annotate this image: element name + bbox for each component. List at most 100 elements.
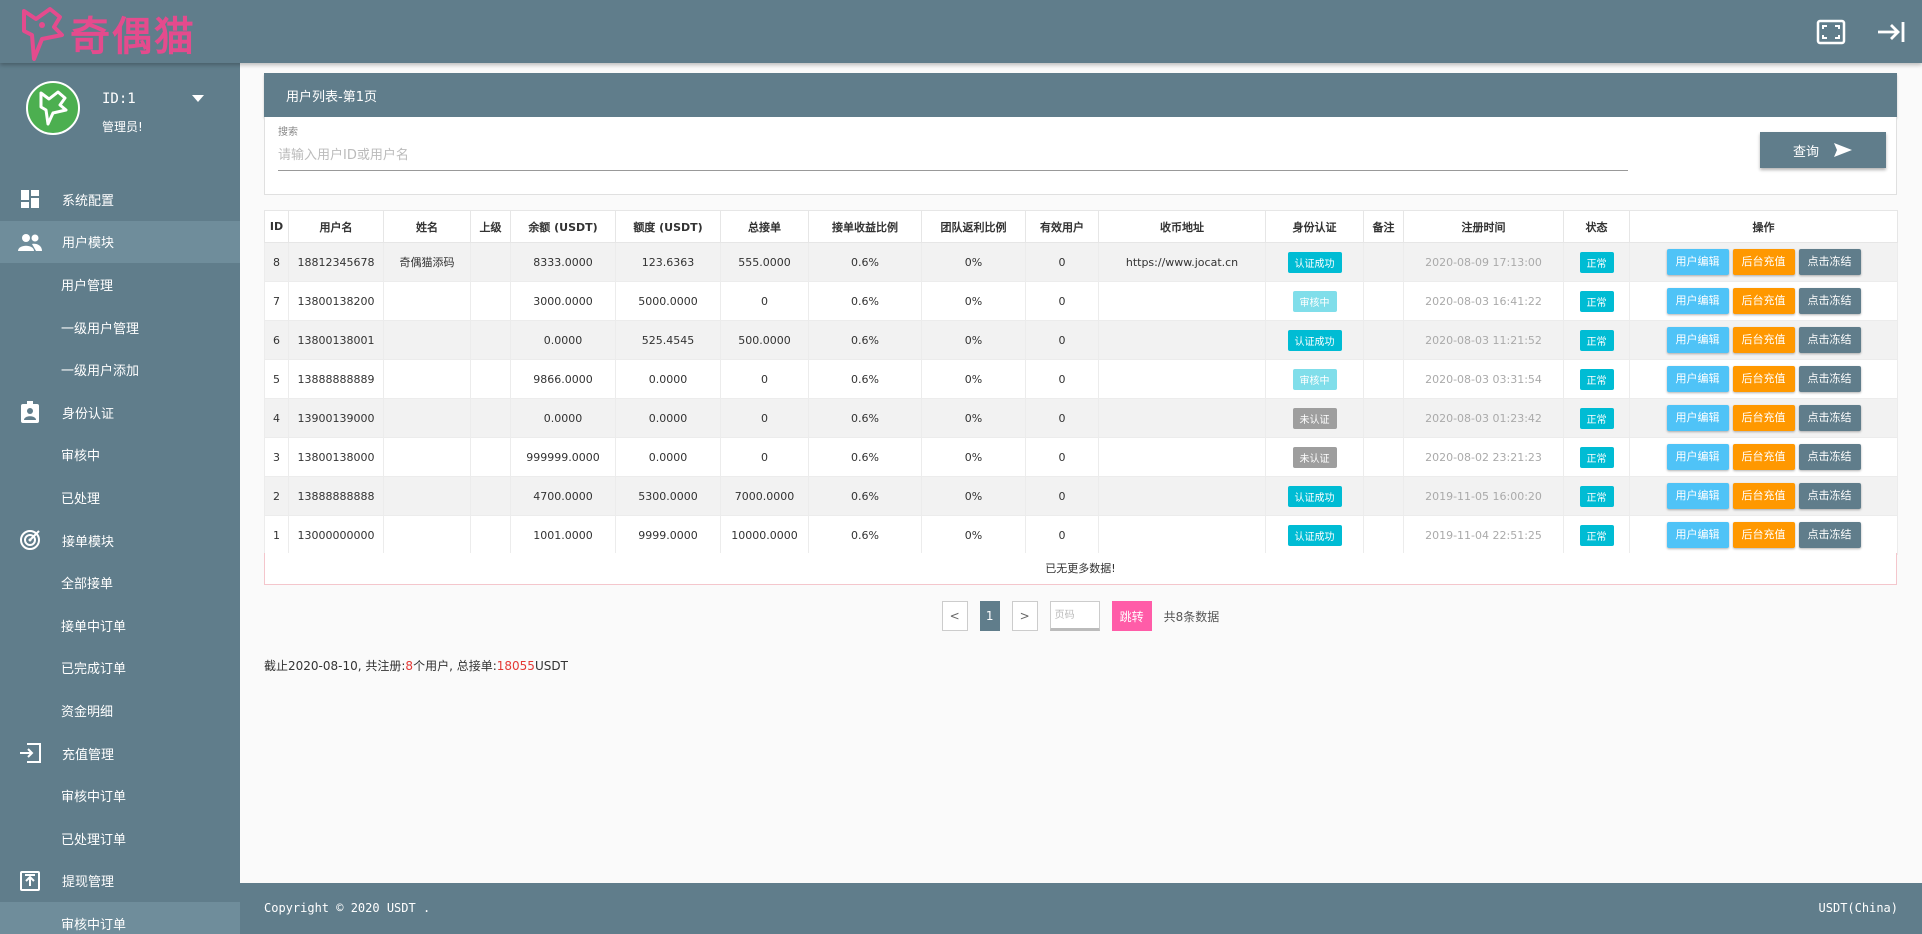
cell-parent <box>470 359 511 399</box>
sidebar-item-15[interactable]: 已处理订单 <box>0 817 240 860</box>
logout-icon[interactable] <box>1876 18 1906 46</box>
search-input[interactable] <box>278 141 1628 171</box>
auth-badge: 认证成功 <box>1287 329 1342 351</box>
edit-user-button[interactable]: 用户编辑 <box>1666 366 1729 392</box>
sidebar-item-2[interactable]: 用户管理 <box>0 263 240 306</box>
sidebar-item-label: 系统配置 <box>62 193 115 209</box>
sidebar-group-13[interactable]: 充值管理 <box>0 732 240 775</box>
chevron-down-icon[interactable] <box>192 95 204 102</box>
current-page[interactable]: 1 <box>979 601 1000 631</box>
recharge-button[interactable]: 后台充值 <box>1732 327 1795 353</box>
cell-address: https://www.jocat.cn <box>1098 242 1266 282</box>
cell-balance: 999999.0000 <box>510 437 616 477</box>
cell-orders: 0 <box>720 359 809 399</box>
no-more-data: 已无更多数据! <box>264 553 1897 585</box>
sidebar-item-4[interactable]: 一级用户添加 <box>0 348 240 391</box>
cell-name <box>383 515 471 555</box>
cell-auth: 认证成功 <box>1265 242 1364 282</box>
sidebar-group-0[interactable]: 系统配置 <box>0 178 240 221</box>
search-label: 搜索 <box>278 127 298 138</box>
edit-user-button[interactable]: 用户编辑 <box>1666 405 1729 431</box>
auth-badge: 审核中 <box>1292 290 1337 312</box>
summary-orders: 18055 <box>496 659 535 673</box>
cell-username: 13800138000 <box>288 437 384 477</box>
freeze-button[interactable]: 点击冻结 <box>1798 366 1861 392</box>
edit-user-button[interactable]: 用户编辑 <box>1666 483 1729 509</box>
cell-note <box>1363 242 1404 282</box>
cell-address <box>1098 515 1266 555</box>
freeze-button[interactable]: 点击冻结 <box>1798 522 1861 548</box>
freeze-button[interactable]: 点击冻结 <box>1798 444 1861 470</box>
freeze-button[interactable]: 点击冻结 <box>1798 249 1861 275</box>
sidebar-item-12[interactable]: 资金明细 <box>0 689 240 732</box>
fullscreen-icon[interactable] <box>1816 18 1846 46</box>
cell-id: 2 <box>264 476 289 516</box>
freeze-button[interactable]: 点击冻结 <box>1798 288 1861 314</box>
sidebar-item-label: 身份认证 <box>62 406 115 422</box>
edit-user-button[interactable]: 用户编辑 <box>1666 522 1729 548</box>
cell-note <box>1363 281 1404 321</box>
status-badge: 正常 <box>1579 524 1614 546</box>
sidebar-item-10[interactable]: 接单中订单 <box>0 604 240 647</box>
query-button[interactable]: 查询 <box>1760 132 1886 168</box>
sidebar-item-7[interactable]: 已处理 <box>0 476 240 519</box>
recharge-button[interactable]: 后台充值 <box>1732 366 1795 392</box>
freeze-button[interactable]: 点击冻结 <box>1798 327 1861 353</box>
edit-user-button[interactable]: 用户编辑 <box>1666 288 1729 314</box>
column-header: 用户名 <box>288 210 384 243</box>
freeze-button[interactable]: 点击冻结 <box>1798 483 1861 509</box>
cell-team-rate: 0% <box>921 398 1026 438</box>
column-header: 备注 <box>1363 210 1404 243</box>
cell-quota: 0.0000 <box>615 437 721 477</box>
sidebar-group-8[interactable]: 接单模块 <box>0 519 240 562</box>
cell-order-rate: 0.6% <box>808 281 922 321</box>
cell-id: 4 <box>264 398 289 438</box>
cell-note <box>1363 320 1404 360</box>
sidebar-item-17[interactable]: 审核中订单 <box>0 902 240 934</box>
jump-button[interactable]: 跳转 <box>1111 601 1152 631</box>
recharge-button[interactable]: 后台充值 <box>1732 249 1795 275</box>
cell-valid-users: 0 <box>1025 281 1099 321</box>
sidebar-item-9[interactable]: 全部接单 <box>0 561 240 604</box>
sidebar-item-3[interactable]: 一级用户管理 <box>0 306 240 349</box>
sidebar-item-6[interactable]: 审核中 <box>0 434 240 477</box>
user-profile: ID:1 管理员! <box>0 63 240 178</box>
edit-user-button[interactable]: 用户编辑 <box>1666 327 1729 353</box>
sidebar-group-1[interactable]: 用户模块 <box>0 220 240 264</box>
recharge-button[interactable]: 后台充值 <box>1732 444 1795 470</box>
cell-name <box>383 437 471 477</box>
recharge-button[interactable]: 后台充值 <box>1732 405 1795 431</box>
cell-status: 正常 <box>1563 242 1630 282</box>
page-number-input[interactable] <box>1049 601 1100 631</box>
recharge-button[interactable]: 后台充值 <box>1732 483 1795 509</box>
cell-team-rate: 0% <box>921 359 1026 399</box>
sidebar-item-11[interactable]: 已完成订单 <box>0 647 240 690</box>
cell-actions: 用户编辑 后台充值 点击冻结 <box>1629 437 1898 477</box>
cell-parent <box>470 437 511 477</box>
footer-copyright: Copyright © 2020 USDT . <box>264 901 431 915</box>
edit-user-button[interactable]: 用户编辑 <box>1666 249 1729 275</box>
cell-quota: 123.6363 <box>615 242 721 282</box>
recharge-button[interactable]: 后台充值 <box>1732 288 1795 314</box>
column-header: 总接单 <box>720 210 809 243</box>
footer: Copyright © 2020 USDT . USDT(China) <box>240 883 1922 934</box>
sidebar-item-label: 提现管理 <box>62 875 115 891</box>
cell-balance: 9866.0000 <box>510 359 616 399</box>
users-icon <box>18 231 42 253</box>
sidebar-item-label: 用户管理 <box>61 278 114 294</box>
edit-user-button[interactable]: 用户编辑 <box>1666 444 1729 470</box>
sidebar-group-5[interactable]: 身份认证 <box>0 391 240 434</box>
freeze-button[interactable]: 点击冻结 <box>1798 405 1861 431</box>
sidebar-item-14[interactable]: 审核中订单 <box>0 774 240 817</box>
next-page-button[interactable]: > <box>1011 601 1038 631</box>
avatar[interactable] <box>26 81 80 135</box>
recharge-button[interactable]: 后台充值 <box>1732 522 1795 548</box>
status-badge: 正常 <box>1579 368 1614 390</box>
brand-logo[interactable]: 奇偶猫 <box>20 4 196 62</box>
prev-page-button[interactable]: < <box>941 601 968 631</box>
upload-icon <box>18 870 42 892</box>
sidebar-group-16[interactable]: 提现管理 <box>0 860 240 903</box>
sidebar-item-label: 全部接单 <box>61 577 114 593</box>
total-count: 共8条数据 <box>1163 609 1220 624</box>
table-row: 6 13800138001 0.0000 525.4545 500.0000 0.6% 0%… <box>264 320 1898 360</box>
